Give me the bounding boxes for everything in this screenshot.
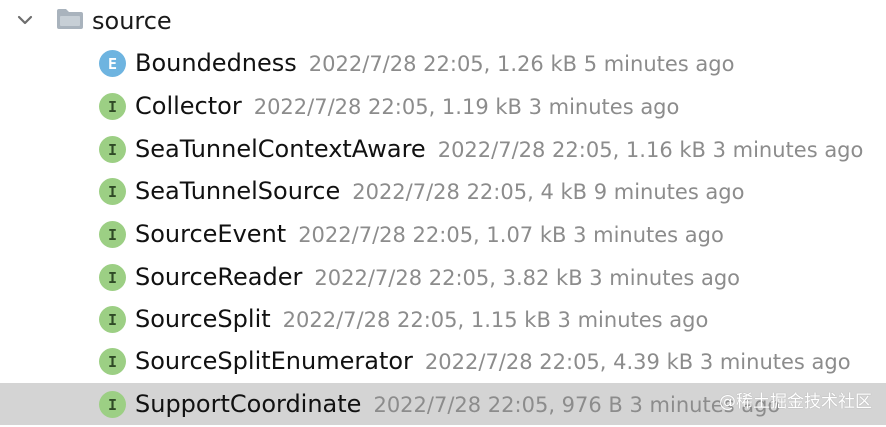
file-meta: 2022/7/28 22:05, 1.15 kB 3 minutes ago: [282, 308, 709, 332]
interface-icon: I: [99, 221, 126, 248]
file-meta: 2022/7/28 22:05, 3.82 kB 3 minutes ago: [314, 266, 741, 290]
file-name: SeaTunnelSource: [135, 177, 341, 205]
file-meta: 2022/7/28 22:05, 4 kB 9 minutes ago: [352, 180, 745, 204]
file-item[interactable]: I SourceEvent 2022/7/28 22:05, 1.07 kB 3 m…: [0, 213, 886, 255]
watermark: @稀土掘金技术社区: [719, 392, 872, 412]
file-item-text: SupportCoordinate 2022/7/28 22:05, 976 B …: [135, 388, 780, 423]
file-item[interactable]: I SeaTunnelSource 2022/7/28 22:05, 4 kB 9 …: [0, 170, 886, 212]
file-name: SourceSplitEnumerator: [135, 347, 413, 375]
file-item-text: Boundedness 2022/7/28 22:05, 1.26 kB 5 mi…: [135, 47, 734, 82]
file-name: SourceEvent: [135, 220, 287, 248]
file-item-text: SeaTunnelContextAware 2022/7/28 22:05, 1.…: [135, 133, 863, 168]
file-item-text: SourceEvent 2022/7/28 22:05, 1.07 kB 3 mi…: [135, 218, 724, 253]
file-meta: 2022/7/28 22:05, 1.16 kB 3 minutes ago: [437, 138, 864, 162]
file-item[interactable]: E Boundedness 2022/7/28 22:05, 1.26 kB 5 m…: [0, 42, 886, 84]
interface-icon: I: [99, 306, 126, 333]
file-name: Boundedness: [135, 49, 297, 77]
file-item[interactable]: I SeaTunnelContextAware 2022/7/28 22:05, 1…: [0, 128, 886, 170]
project-tree: source E Boundedness 2022/7/28 22:05, 1.26…: [0, 0, 886, 427]
file-meta: 2022/7/28 22:05, 1.26 kB 5 minutes ago: [308, 52, 735, 76]
file-item[interactable]: I SourceReader 2022/7/28 22:05, 3.82 kB 3 …: [0, 256, 886, 298]
interface-icon: I: [99, 93, 126, 120]
file-name: SupportCoordinate: [135, 390, 362, 418]
file-name: SourceReader: [135, 263, 303, 291]
interface-icon: I: [99, 178, 126, 205]
file-item[interactable]: I SourceSplitEnumerator 2022/7/28 22:05, 4…: [0, 340, 886, 382]
file-name: SeaTunnelContextAware: [135, 135, 426, 163]
file-item-text: SourceReader 2022/7/28 22:05, 3.82 kB 3 m…: [135, 261, 740, 296]
file-item[interactable]: I SourceSplit 2022/7/28 22:05, 1.15 kB 3 m…: [0, 298, 886, 340]
interface-icon: I: [99, 391, 126, 418]
file-item-text: SourceSplit 2022/7/28 22:05, 1.15 kB 3 mi…: [135, 303, 708, 338]
folder-node-source[interactable]: source: [0, 0, 886, 42]
file-meta: 2022/7/28 22:05, 1.19 kB 3 minutes ago: [253, 95, 680, 119]
enum-icon: E: [99, 50, 126, 77]
interface-icon: I: [99, 348, 126, 375]
file-name: Collector: [135, 92, 242, 120]
file-item[interactable]: I Collector 2022/7/28 22:05, 1.19 kB 3 min…: [0, 85, 886, 127]
file-meta: 2022/7/28 22:05, 1.07 kB 3 minutes ago: [298, 223, 724, 247]
file-item-text: SeaTunnelSource 2022/7/28 22:05, 4 kB 9 m…: [135, 175, 744, 210]
chevron-down-icon[interactable]: [16, 11, 34, 29]
file-name: SourceSplit: [135, 305, 271, 333]
interface-icon: I: [99, 136, 126, 163]
file-item-text: Collector 2022/7/28 22:05, 1.19 kB 3 minu…: [135, 90, 679, 125]
folder-label: source: [92, 7, 172, 35]
file-item-text: SourceSplitEnumerator 2022/7/28 22:05, 4.…: [135, 345, 851, 380]
folder-icon: [57, 9, 83, 29]
interface-icon: I: [99, 264, 126, 291]
file-meta: 2022/7/28 22:05, 4.39 kB 3 minutes ago: [424, 350, 851, 374]
